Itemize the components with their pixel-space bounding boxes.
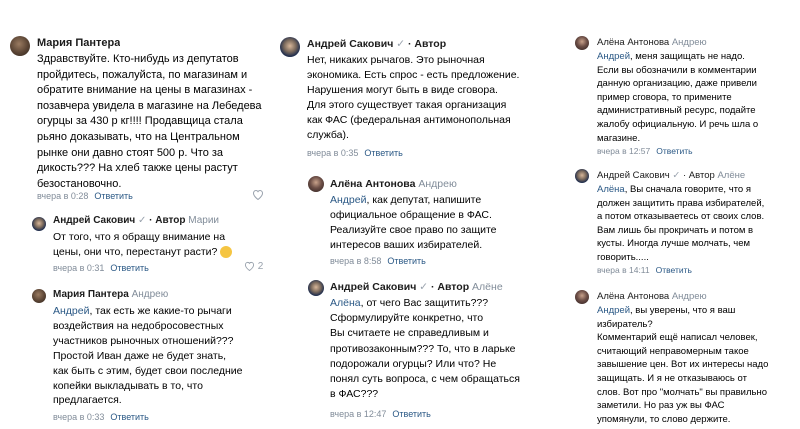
avatar[interactable]	[575, 169, 589, 183]
author-name[interactable]: Алёна Антонова	[330, 178, 415, 190]
verified-icon: ✓	[396, 38, 406, 50]
comment-text: Алёна, от чего Вас защитить??? Сформулир…	[330, 297, 520, 401]
author-name[interactable]: Андрей Сакович	[597, 170, 670, 181]
comment-header: Андрей Сакович ✓ · Автор Марии	[53, 215, 219, 226]
author-name[interactable]: Алёна Антонова	[597, 37, 669, 48]
comment: Андрей Сакович ✓ · Автор Марии От того, …	[0, 212, 270, 284]
comment-header: Андрей Сакович ✓ · Автор Алёне	[597, 170, 745, 181]
comment-meta: вчера в 14:11 Ответить	[597, 265, 692, 275]
mention-link[interactable]: Алёна	[597, 184, 625, 195]
timestamp[interactable]: вчера в 0:35	[307, 148, 358, 158]
comment-text: Алёна, Вы сначала говорите, что я должен…	[597, 184, 765, 263]
mention-link[interactable]: Андрей	[53, 305, 89, 317]
avatar[interactable]	[575, 290, 589, 304]
avatar[interactable]	[32, 289, 46, 303]
timestamp[interactable]: вчера в 8:58	[330, 256, 381, 266]
timestamp[interactable]: вчера в 0:28	[37, 191, 88, 201]
comment-text: Андрей, меня защищать не надо. Если вы о…	[597, 51, 759, 144]
avatar[interactable]	[32, 217, 46, 231]
reply-to: Алёне	[472, 281, 503, 293]
reply-to: Марии	[188, 215, 220, 226]
author-name[interactable]: Алёна Антонова	[597, 291, 669, 302]
timestamp[interactable]: вчера в 12:47	[330, 409, 386, 419]
author-badge: · Автор	[683, 170, 715, 181]
comment-header: Мария Пантера	[37, 37, 120, 49]
timestamp[interactable]: вчера в 0:33	[53, 412, 104, 422]
comments-column-2: Андрей Сакович ✓ · Автор Нет, никаких ры…	[270, 0, 535, 429]
verified-icon: ✓	[137, 215, 147, 226]
comment-meta: вчера в 0:31 Ответить	[53, 263, 149, 273]
comment-meta: вчера в 8:58 Ответить	[330, 256, 426, 266]
reply-link[interactable]: Ответить	[656, 146, 692, 156]
like-button[interactable]	[252, 189, 264, 201]
reply-to: Андрею	[131, 289, 169, 300]
verified-icon: ✓	[672, 170, 681, 181]
reply-link[interactable]: Ответить	[392, 409, 430, 419]
comment-header: Андрей Сакович ✓ · Автор Алёне	[330, 281, 503, 293]
comment-meta: вчера в 0:33 Ответить	[53, 412, 149, 422]
comment-meta: вчера в 0:35 Ответить	[307, 148, 403, 158]
avatar[interactable]	[10, 36, 30, 56]
comment-meta: вчера в 12:47 Ответить	[330, 409, 431, 419]
comment: Мария Пантера Здравствуйте. Кто-нибудь и…	[0, 0, 270, 215]
author-badge: · Автор	[430, 281, 470, 293]
mention-link[interactable]: Андрей	[330, 194, 366, 206]
like-button[interactable]: 2	[244, 261, 263, 272]
comment-text: Нет, никаких рычагов. Это рыночная эконо…	[307, 54, 520, 141]
reply-to: Алёне	[717, 170, 746, 181]
comment-header: Алёна Антонова Андрею	[330, 178, 457, 190]
author-name[interactable]: Мария Пантера	[37, 37, 120, 49]
heart-icon	[252, 189, 264, 201]
author-name[interactable]: Андрей Сакович	[53, 215, 135, 226]
comment: Андрей Сакович ✓ · Автор Алёне Алёна, от…	[270, 276, 535, 429]
verified-icon: ✓	[419, 281, 429, 293]
comment: Алёна Антонова Андрею Андрей, вы уверены…	[535, 286, 800, 429]
avatar[interactable]	[308, 280, 324, 296]
author-name[interactable]: Андрей Сакович	[307, 38, 393, 50]
reply-to: Андрею	[418, 178, 457, 190]
comment-meta: вчера в 12:57 Ответить	[597, 146, 693, 156]
comments-column-1: Мария Пантера Здравствуйте. Кто-нибудь и…	[0, 0, 270, 429]
reply-to: Андрею	[671, 291, 707, 302]
comment-meta: вчера в 0:28 Ответить	[37, 191, 133, 201]
comments-column-3: Алёна Антонова Андрею Андрей, меня защищ…	[535, 0, 800, 429]
comment-text: Андрей, так есть же какие-то рычаги возд…	[53, 305, 243, 407]
heart-icon	[244, 262, 255, 272]
comment-header: Алёна Антонова Андрею	[597, 37, 707, 48]
reply-link[interactable]: Ответить	[110, 412, 148, 422]
avatar[interactable]	[280, 37, 300, 57]
reply-link[interactable]: Ответить	[387, 256, 425, 266]
comment-text: Андрей, вы уверены, что я ваш избиратель…	[597, 305, 769, 425]
comment-header: Алёна Антонова Андрею	[597, 291, 707, 302]
reply-link[interactable]: Ответить	[110, 263, 148, 273]
mention-link[interactable]: Андрей	[597, 51, 630, 62]
comment-text: От того, что я обращу внимание на цены, …	[53, 230, 268, 262]
reply-link[interactable]: Ответить	[656, 265, 692, 275]
reply-to: Андрею	[671, 37, 707, 48]
mention-link[interactable]: Андрей	[597, 305, 630, 316]
comment: Алёна Антонова Андрею Андрей, меня защищ…	[535, 0, 800, 162]
avatar[interactable]	[308, 176, 324, 192]
mention-link[interactable]: Алёна	[330, 297, 361, 309]
comment: Алёна Антонова Андрею Андрей, как депута…	[270, 172, 535, 272]
like-count: 2	[257, 261, 264, 272]
comment: Андрей Сакович ✓ · Автор Нет, никаких ры…	[270, 0, 535, 165]
comment-text: Андрей, как депутат, напишите официально…	[330, 194, 497, 251]
comment-header: Мария Пантера Андрею	[53, 289, 168, 300]
reply-link[interactable]: Ответить	[364, 148, 402, 158]
comment-header: Андрей Сакович ✓ · Автор	[307, 38, 446, 50]
smile-emoji-icon	[220, 245, 233, 258]
reply-link[interactable]: Ответить	[94, 191, 132, 201]
avatar[interactable]	[575, 36, 589, 50]
timestamp[interactable]: вчера в 14:11	[597, 265, 650, 275]
author-name[interactable]: Мария Пантера	[53, 289, 129, 300]
comment: Мария Пантера Андрею Андрей, так есть же…	[0, 284, 270, 429]
comment-text: Здравствуйте. Кто-нибудь из депутатов пр…	[37, 53, 262, 190]
timestamp[interactable]: вчера в 12:57	[597, 146, 650, 156]
author-name[interactable]: Андрей Сакович	[330, 281, 416, 293]
comment: Андрей Сакович ✓ · Автор Алёне Алёна, Вы…	[535, 165, 800, 283]
author-badge: · Автор	[407, 38, 447, 50]
timestamp[interactable]: вчера в 0:31	[53, 263, 104, 273]
author-badge: · Автор	[149, 215, 186, 226]
